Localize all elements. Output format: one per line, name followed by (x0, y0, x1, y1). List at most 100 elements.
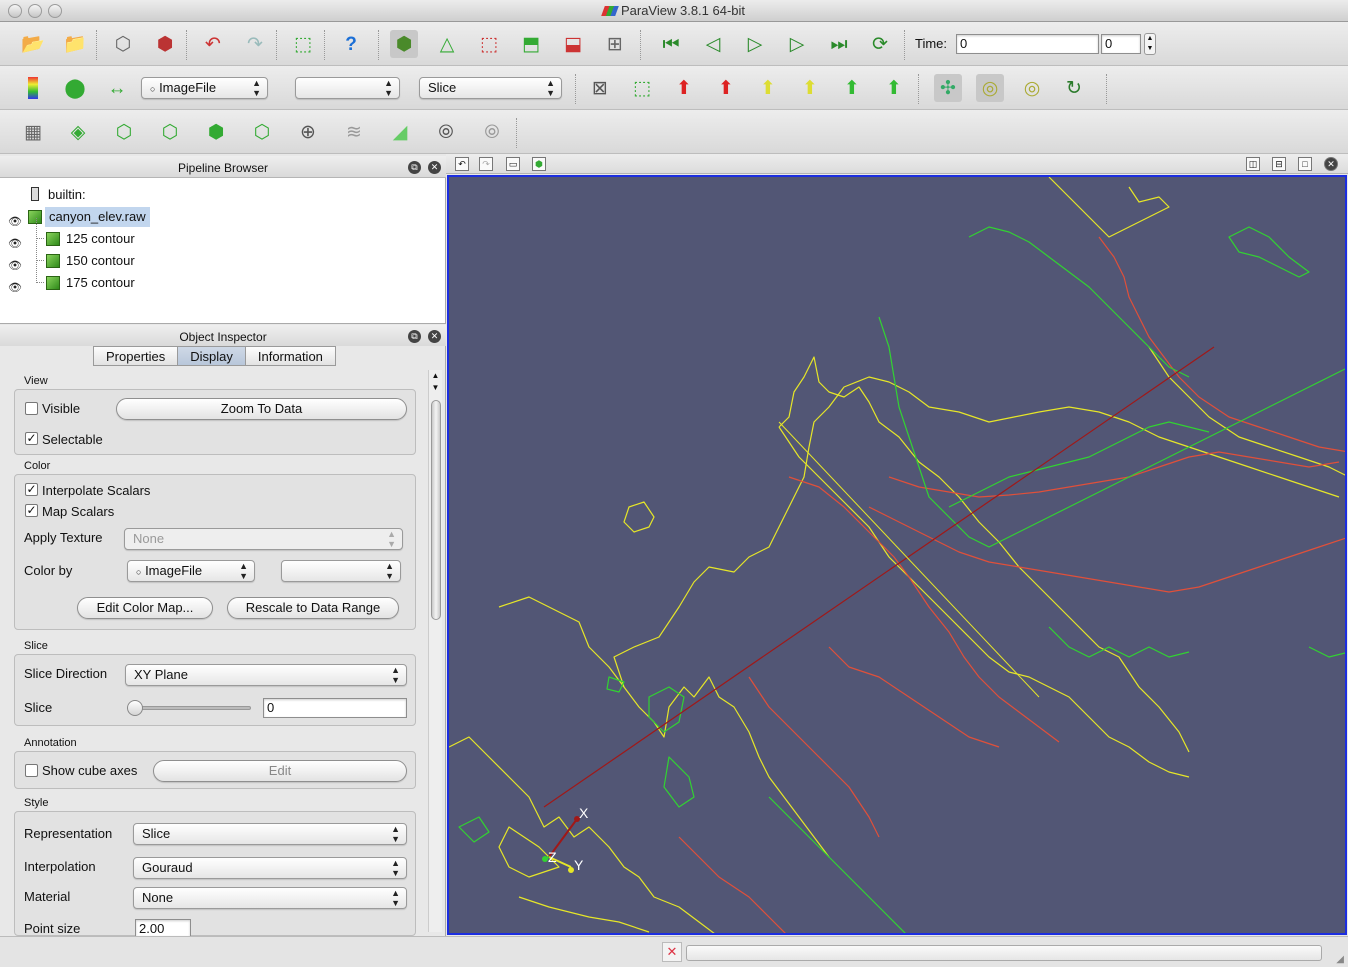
color-legend-icon[interactable] (19, 74, 47, 102)
reset-session-icon[interactable]: ⬚ (289, 30, 317, 58)
time-field[interactable]: 0 (956, 34, 1099, 54)
tab-information[interactable]: Information (244, 346, 336, 366)
render-view[interactable]: X Y Z (447, 175, 1347, 935)
play-icon[interactable]: ▷ (741, 30, 769, 58)
material-combo[interactable]: None ▲ ▼ (133, 887, 407, 909)
camera-redo-icon[interactable]: ↷ (479, 157, 493, 171)
select-block-icon[interactable]: ⊞ (601, 30, 629, 58)
pipeline-item-contour-125[interactable]: 👁 125 contour (0, 218, 446, 250)
stream-tracer-icon[interactable]: ≋ (340, 118, 368, 146)
show-center-icon[interactable]: ✣ (934, 74, 962, 102)
tab-properties[interactable]: Properties (93, 346, 179, 366)
select-surface-points-icon[interactable]: ⬚ (475, 30, 503, 58)
edit-color-map-button[interactable]: Edit Color Map... (77, 597, 213, 619)
last-frame-icon[interactable]: ⏭ (825, 30, 853, 58)
pipeline-item-canyon[interactable]: 👁 canyon_elev.raw (0, 206, 446, 228)
close-panel-icon[interactable]: ✕ (428, 330, 441, 343)
zoom-to-data-button[interactable]: Zoom To Data (116, 398, 407, 420)
undock-icon[interactable]: ⧉ (408, 161, 421, 174)
disconnect-server-icon[interactable]: ⬢ (151, 30, 179, 58)
camera-undo-icon[interactable]: ↶ (455, 157, 469, 171)
close-panel-icon[interactable]: ✕ (428, 161, 441, 174)
visible-checkbox[interactable] (25, 402, 38, 415)
minimize-window-button[interactable] (28, 4, 42, 18)
split-horizontal-icon[interactable]: ◫ (1246, 157, 1260, 171)
view-minus-z-icon[interactable]: ⬆ (880, 74, 908, 102)
pipeline-item-builtin[interactable]: builtin: (0, 184, 446, 206)
extract-subset-icon[interactable]: ⬡ (248, 118, 276, 146)
zoom-to-box-icon[interactable]: ⬚ (628, 74, 656, 102)
color-by-component-combo[interactable]: ▲ ▼ (281, 560, 401, 582)
interpolate-scalars-checkbox[interactable]: ✓ (25, 483, 38, 496)
map-scalars-checkbox[interactable]: ✓ (25, 504, 38, 517)
view-options-icon[interactable]: ⬢ (532, 157, 546, 171)
apply-texture-combo[interactable]: None ▲ ▼ (124, 528, 403, 550)
contour-icon[interactable]: ◈ (64, 118, 92, 146)
close-view-icon[interactable]: ✕ (1324, 157, 1338, 171)
undo-icon[interactable]: ↶ (199, 30, 227, 58)
inspector-scrollbar[interactable]: ▲ ▼ (428, 370, 442, 932)
view-plus-z-icon[interactable]: ⬆ (838, 74, 866, 102)
tab-display[interactable]: Display (177, 346, 246, 366)
warp-vector-icon[interactable]: ◢ (386, 118, 414, 146)
load-state-icon[interactable]: 📁 (61, 30, 89, 58)
help-icon[interactable]: ? (337, 30, 365, 58)
view-minus-y-icon[interactable]: ⬆ (796, 74, 824, 102)
select-frustum-cells-icon[interactable]: ⬒ (517, 30, 545, 58)
view-plus-x-icon[interactable]: ⬆ (670, 74, 698, 102)
interpolation-combo[interactable]: Gouraud ▲ ▼ (133, 857, 407, 879)
slice-icon[interactable]: ⬡ (156, 118, 184, 146)
glyph-icon[interactable]: ⊕ (294, 118, 322, 146)
color-by-combo[interactable]: ○ ImageFile ▲ ▼ (127, 560, 255, 582)
timestep-spinner[interactable]: ▲ ▼ (1144, 33, 1156, 55)
interact-mode-icon[interactable]: ⬢ (390, 30, 418, 58)
view-minus-x-icon[interactable]: ⬆ (712, 74, 740, 102)
cube-axes-edit-button[interactable]: Edit (153, 760, 407, 782)
next-frame-icon[interactable]: ▷ (783, 30, 811, 58)
color-component-combo[interactable]: ▲ ▼ (295, 77, 400, 99)
slice-direction-combo[interactable]: XY Plane ▲ ▼ (125, 664, 407, 686)
extract-level-icon[interactable]: ⦾ (478, 118, 506, 146)
pipeline-item-contour-175[interactable]: 👁 175 contour (0, 262, 446, 294)
open-file-icon[interactable]: 📂 (19, 30, 47, 58)
color-array-combo[interactable]: ○ ImageFile ▲ ▼ (141, 77, 268, 99)
reset-center-icon[interactable]: ◎ (976, 74, 1004, 102)
edit-color-map-icon[interactable]: ⬤ (61, 74, 89, 102)
select-frustum-points-icon[interactable]: ⬓ (559, 30, 587, 58)
selectable-checkbox[interactable]: ✓ (25, 432, 38, 445)
resize-grip-icon[interactable]: ◢ (1336, 954, 1344, 965)
reset-camera-icon[interactable]: ⊠ (586, 74, 614, 102)
zoom-window-button[interactable] (48, 4, 62, 18)
select-surface-cells-icon[interactable]: △ (433, 30, 461, 58)
capture-screenshot-icon[interactable]: ▭ (506, 157, 520, 171)
pick-center-icon[interactable]: ◎ (1018, 74, 1046, 102)
abort-icon[interactable]: ✕ (662, 942, 682, 962)
representation-style-combo[interactable]: Slice ▲ ▼ (133, 823, 407, 845)
redo-icon[interactable]: ↷ (241, 30, 269, 58)
split-vertical-icon[interactable]: ⊟ (1272, 157, 1286, 171)
close-window-button[interactable] (8, 4, 22, 18)
rotation-center-icon[interactable]: ↻ (1060, 74, 1088, 102)
representation-combo[interactable]: Slice ▲ ▼ (419, 77, 562, 99)
maximize-view-icon[interactable]: □ (1298, 157, 1312, 171)
rescale-range-icon[interactable]: ↔ (103, 74, 131, 102)
loop-icon[interactable]: ⟳ (866, 30, 894, 58)
calculator-icon[interactable]: ▦ (19, 118, 47, 146)
slice-slider-handle[interactable] (127, 700, 143, 716)
first-frame-icon[interactable]: ⏮ (657, 30, 685, 58)
previous-frame-icon[interactable]: ◁ (699, 30, 727, 58)
slice-slider-track[interactable] (127, 706, 251, 710)
pipeline-item-contour-150[interactable]: 👁 150 contour (0, 240, 446, 272)
slice-value-field[interactable]: 0 (263, 698, 407, 718)
rescale-to-data-range-button[interactable]: Rescale to Data Range (227, 597, 399, 619)
view-plus-y-icon[interactable]: ⬆ (754, 74, 782, 102)
show-cube-axes-checkbox[interactable] (25, 764, 38, 777)
scrollbar-thumb[interactable] (431, 400, 441, 620)
clip-icon[interactable]: ⬡ (110, 118, 138, 146)
group-datasets-icon[interactable]: ⦾ (432, 118, 460, 146)
undock-icon[interactable]: ⧉ (408, 330, 421, 343)
point-size-field[interactable]: 2.00 (135, 919, 191, 937)
threshold-icon[interactable]: ⬢ (202, 118, 230, 146)
connect-server-icon[interactable]: ⬡ (109, 30, 137, 58)
timestep-field[interactable]: 0 (1101, 34, 1141, 54)
